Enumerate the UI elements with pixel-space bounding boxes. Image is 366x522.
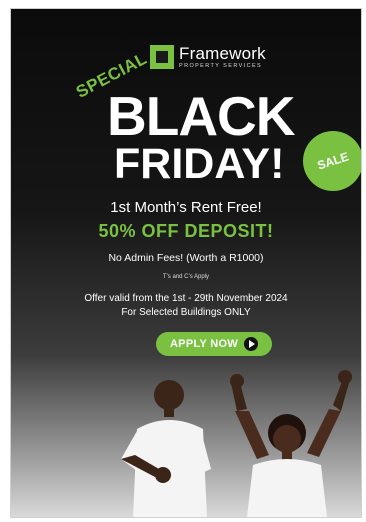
apply-now-label: APPLY NOW (169, 338, 239, 350)
play-arrow-icon (244, 337, 259, 351)
terms-note: T’s and C’s Apply (162, 274, 210, 280)
headline-friday: FRIDAY! (114, 140, 285, 188)
logo-mark-icon (150, 45, 174, 70)
sale-badge-label: SALE (315, 149, 351, 173)
woman-figure (230, 370, 352, 517)
offer-scope: For Selected Buildings ONLY (121, 307, 251, 318)
brand-logo: Framework PROPERTY SERVICES (150, 45, 266, 70)
brand-name: Framework (179, 44, 266, 63)
promo-poster: Framework PROPERTY SERVICES SPECIAL BLAC… (10, 8, 362, 518)
headline-black: BLACK (107, 85, 295, 147)
brand-subtitle: PROPERTY SERVICES (179, 63, 263, 69)
man-figure (121, 380, 211, 517)
sale-badge: SALE (301, 129, 361, 193)
apply-now-button[interactable]: APPLY NOW (156, 332, 272, 356)
rent-offer: 1st Month’s Rent Free! (110, 199, 262, 216)
deposit-offer: 50% OFF DEPOSIT! (98, 221, 274, 241)
admin-fees-offer: No Admin Fees! (Worth a R1000) (108, 252, 264, 264)
offer-validity: Offer valid from the 1st - 29th November… (84, 293, 288, 304)
celebrating-people-image (121, 370, 352, 517)
